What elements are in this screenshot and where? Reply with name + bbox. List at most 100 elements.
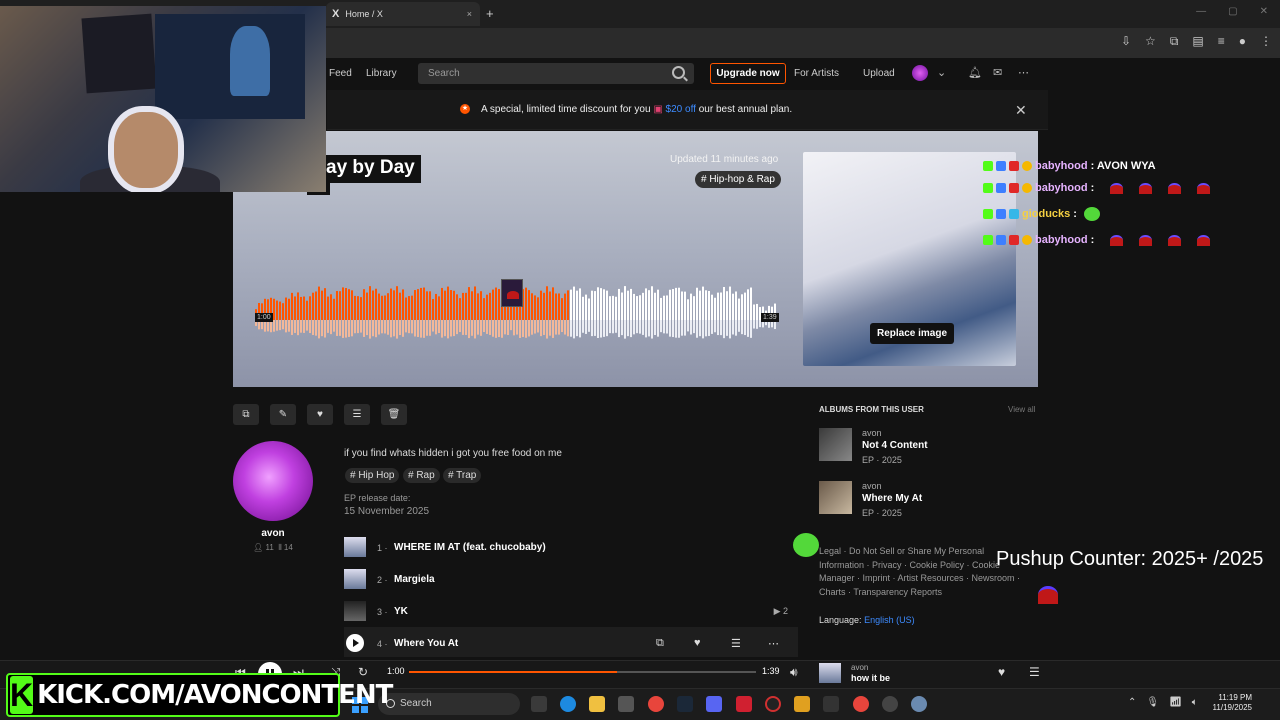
upgrade-button[interactable]: Upgrade now	[710, 63, 786, 84]
followers-count[interactable]: 11	[266, 543, 274, 552]
upload-link[interactable]: Upload	[863, 68, 895, 79]
minimize-icon[interactable]: —	[1196, 6, 1206, 17]
add-to-playlist-button[interactable]: ☰	[344, 404, 370, 425]
install-icon[interactable]: ⇩	[1121, 34, 1131, 49]
more-icon[interactable]: ⋯	[1018, 66, 1029, 79]
album-item[interactable]: avon Where My At EP · 2025	[819, 481, 1039, 525]
more-vertical-icon[interactable]: ⋮	[1260, 34, 1272, 49]
nav-feed[interactable]: Feed	[329, 68, 352, 79]
app-icon[interactable]	[823, 696, 839, 712]
app-icon[interactable]	[736, 696, 752, 712]
now-playing-artist[interactable]: avon	[851, 663, 868, 672]
now-playing-thumbnail[interactable]	[819, 663, 841, 683]
heart-icon[interactable]: ♥	[998, 665, 1005, 679]
opera-icon[interactable]	[765, 696, 781, 712]
browser-tab[interactable]: X Home / X ×	[326, 2, 480, 26]
waveform-reflection	[399, 320, 401, 336]
track-title[interactable]: YK	[394, 606, 408, 617]
settings-gear-icon[interactable]	[911, 696, 927, 712]
artist-avatar[interactable]	[233, 441, 313, 521]
tracks-count[interactable]: 14	[284, 543, 293, 552]
new-tab-button[interactable]: +	[486, 6, 494, 21]
waveform-comment-avatar[interactable]	[501, 279, 523, 307]
tab-close-icon[interactable]: ×	[467, 9, 472, 19]
waveform-bar	[696, 287, 698, 320]
sidebar-icon[interactable]: ▤	[1192, 34, 1203, 49]
repeat-icon[interactable]: ↻	[358, 665, 368, 679]
promo-highlight[interactable]: $20 off	[666, 104, 696, 115]
taskbar-clock[interactable]: 11:19 PM 11/19/2025	[1206, 693, 1252, 713]
steam-icon[interactable]	[677, 696, 693, 712]
search-icon[interactable]	[672, 66, 685, 79]
waveform-bar	[633, 293, 635, 320]
waveform-bar	[609, 296, 611, 320]
extensions-icon[interactable]: ⧉	[1170, 34, 1179, 49]
user-avatar-icon[interactable]	[912, 65, 928, 81]
chevron-down-icon[interactable]: ⌄	[937, 66, 946, 79]
waveform-bar	[300, 296, 302, 320]
waveform-reflection	[390, 320, 392, 338]
nav-library[interactable]: Library	[366, 68, 397, 79]
waveform-reflection	[519, 320, 521, 338]
like-button[interactable]: ♥	[307, 404, 333, 425]
chrome-icon[interactable]	[853, 696, 869, 712]
close-window-icon[interactable]: ✕	[1260, 6, 1268, 17]
for-artists-link[interactable]: For Artists	[794, 68, 839, 79]
menu-lines-icon[interactable]: ≡	[1218, 34, 1225, 49]
now-playing-title[interactable]: how it be	[851, 673, 890, 683]
more-icon[interactable]: ⋯	[768, 637, 779, 650]
language-selector[interactable]: Language: English (US)	[819, 615, 915, 625]
album-item[interactable]: avon Not 4 Content EP · 2025	[819, 428, 1039, 472]
edit-button[interactable]: ✎	[270, 404, 296, 425]
album-artist[interactable]: avon	[862, 428, 882, 438]
queue-icon[interactable]: ☰	[1029, 665, 1040, 679]
taskbar-search[interactable]: Search	[378, 693, 520, 715]
tag-hip-hop[interactable]: # Hip Hop	[345, 468, 400, 483]
task-view-icon[interactable]	[531, 696, 547, 712]
discord-icon[interactable]	[706, 696, 722, 712]
copy-link-button[interactable]: ⧉	[233, 404, 259, 425]
store-icon[interactable]	[618, 696, 634, 712]
album-artist[interactable]: avon	[862, 481, 882, 491]
bell-icon[interactable]: 🔔︎	[968, 66, 982, 79]
mail-icon[interactable]: ✉	[993, 66, 1002, 79]
legal-links[interactable]: Legal · Do Not Sell or Share My Personal…	[819, 545, 1024, 599]
profile-avatar-icon[interactable]: ●	[1239, 34, 1246, 49]
track-row[interactable]: 2 · Margiela	[344, 563, 798, 593]
heart-icon[interactable]: ♥	[694, 637, 701, 649]
chevron-up-icon[interactable]: ⌃	[1128, 697, 1136, 708]
track-row[interactable]: 3 · YK ▶ 2	[344, 595, 798, 625]
album-name[interactable]: Where My At	[862, 493, 922, 504]
search-input[interactable]: Search	[418, 63, 694, 84]
waveform-bar	[576, 290, 578, 320]
playlist-icon[interactable]: ☰	[731, 637, 741, 650]
delete-button[interactable]: 🗑︎	[381, 404, 407, 425]
maximize-icon[interactable]: ▢	[1228, 6, 1237, 17]
banner-close-icon[interactable]: ✕	[1015, 102, 1027, 119]
chrome-icon[interactable]	[648, 696, 664, 712]
play-icon[interactable]	[346, 634, 364, 652]
obs-icon[interactable]	[882, 696, 898, 712]
mic-icon[interactable]: 🎙︎	[1146, 697, 1159, 708]
genre-tag[interactable]: # Hip-hop & Rap	[695, 171, 781, 188]
track-title[interactable]: Margiela	[394, 574, 435, 585]
track-row[interactable]: 1 · WHERE IM AT (feat. chucobaby)	[344, 531, 798, 561]
volume-icon[interactable]: 🔊︎	[790, 665, 798, 680]
album-name[interactable]: Not 4 Content	[862, 440, 928, 451]
artist-name[interactable]: avon	[233, 528, 313, 539]
speaker-icon[interactable]: 🔈︎	[1192, 697, 1198, 708]
edge-icon[interactable]	[560, 696, 576, 712]
language-value[interactable]: English (US)	[864, 615, 915, 625]
tag-rap[interactable]: # Rap	[403, 468, 440, 483]
tag-trap[interactable]: # Trap	[443, 468, 482, 483]
file-explorer-icon[interactable]	[589, 696, 605, 712]
bookmark-star-icon[interactable]: ☆	[1145, 34, 1156, 49]
wifi-icon[interactable]: 📶︎	[1169, 697, 1182, 708]
replace-image-button[interactable]: Replace image	[870, 323, 955, 344]
copy-icon[interactable]: ⧉	[656, 637, 664, 650]
view-all-link[interactable]: View all	[1008, 405, 1035, 414]
app-icon[interactable]	[794, 696, 810, 712]
track-title[interactable]: WHERE IM AT (feat. chucobaby)	[394, 542, 546, 553]
track-row-active[interactable]: 4 · Where You At ⧉ ♥ ☰ ⋯	[344, 627, 798, 657]
track-title[interactable]: Where You At	[394, 638, 458, 649]
